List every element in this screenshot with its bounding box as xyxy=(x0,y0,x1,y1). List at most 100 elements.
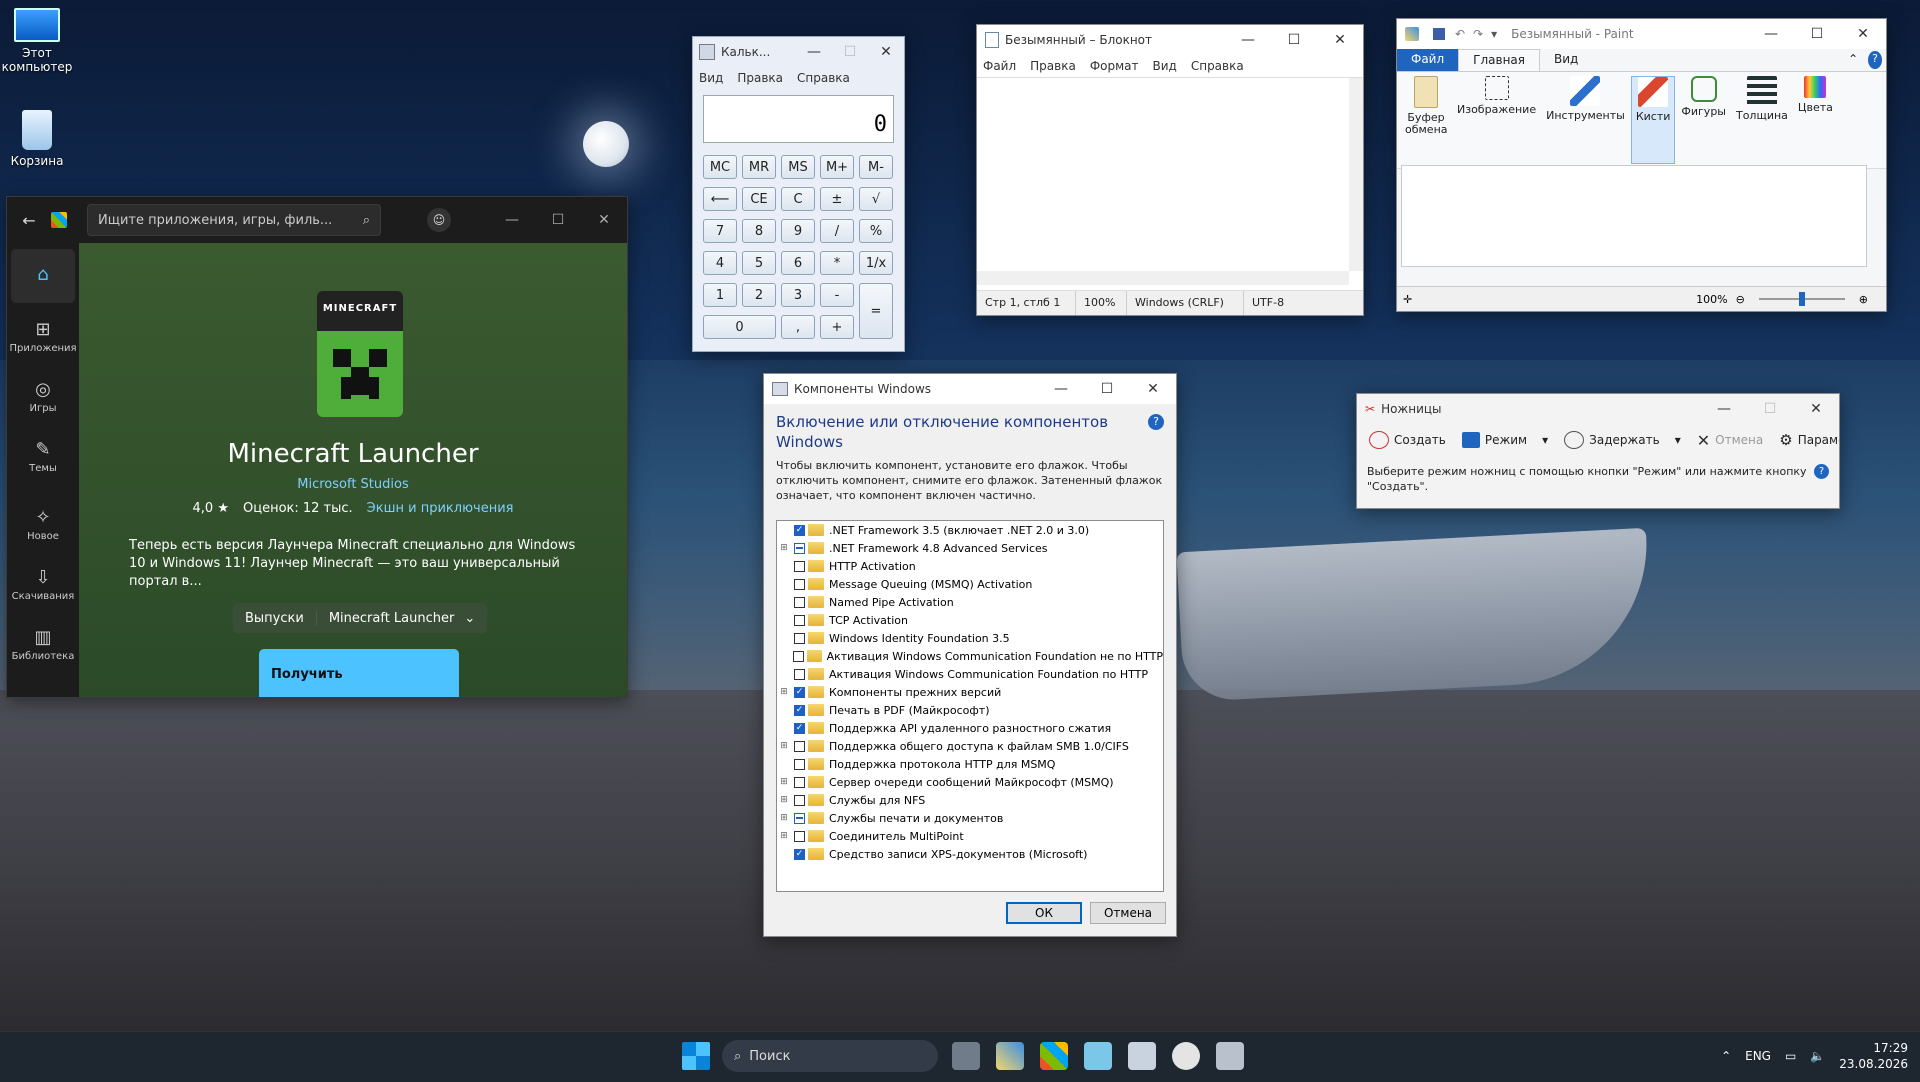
feature-item[interactable]: Поддержка протокола HTTP для MSMQ xyxy=(777,755,1163,773)
expand-icon[interactable]: ⊞ xyxy=(777,543,791,553)
help-icon[interactable]: ? xyxy=(1814,464,1829,479)
feature-checkbox[interactable] xyxy=(794,578,805,590)
account-icon[interactable]: ☺ xyxy=(427,208,451,232)
save-icon[interactable] xyxy=(1433,28,1445,40)
close-button[interactable]: ✕ xyxy=(581,205,627,235)
key-reciprocal[interactable]: 1/x xyxy=(859,251,893,275)
sidebar-item-downloads[interactable]: ⇩ Скачивания xyxy=(11,557,75,611)
feature-item[interactable]: ⊞ Сервер очереди сообщений Майкрософт (MS… xyxy=(777,773,1163,791)
key-mc[interactable]: MC xyxy=(703,155,737,179)
expand-icon[interactable]: ⊞ xyxy=(777,831,791,841)
notepad-text-area[interactable] xyxy=(977,77,1363,285)
key-c[interactable]: C xyxy=(781,187,815,211)
feature-checkbox[interactable] xyxy=(794,596,805,608)
feature-checkbox[interactable] xyxy=(794,794,805,806)
feature-checkbox[interactable]: ✓ xyxy=(794,686,805,698)
key-3[interactable]: 3 xyxy=(781,283,815,307)
menu-item-view[interactable]: Вид xyxy=(699,71,723,85)
ribbon-group-tools[interactable]: Инструменты xyxy=(1542,76,1629,164)
zoom-slider-thumb[interactable] xyxy=(1798,292,1805,306)
key-backspace[interactable]: ⟵ xyxy=(703,187,737,211)
key-2[interactable]: 2 xyxy=(742,283,776,307)
key-mr[interactable]: MR xyxy=(742,155,776,179)
zoom-slider[interactable] xyxy=(1758,292,1845,306)
key-8[interactable]: 8 xyxy=(742,219,776,243)
expand-icon[interactable]: ⊞ xyxy=(777,813,791,823)
expand-icon[interactable]: ⊞ xyxy=(777,777,791,787)
ribbon-group-image[interactable]: Изображение xyxy=(1453,76,1540,164)
close-button[interactable]: ✕ xyxy=(1840,19,1886,49)
expand-icon[interactable]: ⊞ xyxy=(777,795,791,805)
expand-icon[interactable]: ⊞ xyxy=(777,687,791,697)
menu-item-file[interactable]: Файл xyxy=(983,59,1016,73)
key-m-plus[interactable]: M+ xyxy=(820,155,854,179)
feature-checkbox[interactable] xyxy=(794,560,805,572)
feature-checkbox[interactable] xyxy=(794,668,805,680)
key-4[interactable]: 4 xyxy=(703,251,737,275)
feature-item[interactable]: ✓ Поддержка API удаленного разностного сж… xyxy=(777,719,1163,737)
sidebar-item-apps[interactable]: ⊞ Приложения xyxy=(9,309,76,363)
tab-view[interactable]: Вид xyxy=(1540,49,1592,71)
feature-item[interactable]: ✓ Средство записи XPS-документов (Microso… xyxy=(777,845,1163,863)
features-taskbar-icon[interactable] xyxy=(1216,1042,1244,1070)
edition-dropdown[interactable]: Minecraft Launcher ⌄ xyxy=(317,611,487,626)
get-button[interactable]: Получить xyxy=(259,649,459,697)
sidebar-item-home[interactable]: ⌂ xyxy=(11,249,75,303)
feature-checkbox[interactable] xyxy=(794,758,805,770)
sidebar-item-themes[interactable]: ✎ Темы xyxy=(11,429,75,483)
feature-item[interactable]: ⊞ ✓ Компоненты прежних версий xyxy=(777,683,1163,701)
ribbon-group-colors[interactable]: Цвета xyxy=(1794,76,1837,164)
close-button[interactable]: ✕ xyxy=(1130,374,1176,404)
back-icon[interactable]: ← xyxy=(7,211,51,230)
maximize-button[interactable]: ☐ xyxy=(1271,25,1317,55)
key-ce[interactable]: CE xyxy=(742,187,776,211)
calculator-taskbar-icon[interactable] xyxy=(1128,1042,1156,1070)
menu-item-format[interactable]: Формат xyxy=(1090,59,1139,73)
key-1[interactable]: 1 xyxy=(703,283,737,307)
ribbon-group-size[interactable]: Толщина xyxy=(1732,76,1792,164)
sidebar-item-games[interactable]: ◎ Игры xyxy=(11,369,75,423)
key-plus-minus[interactable]: ± xyxy=(820,187,854,211)
key-equals[interactable]: = xyxy=(859,283,893,339)
feature-item[interactable]: Windows Identity Foundation 3.5 xyxy=(777,629,1163,647)
feature-item[interactable]: TCP Activation xyxy=(777,611,1163,629)
feature-checkbox[interactable] xyxy=(794,542,805,554)
undo-icon[interactable]: ↶ xyxy=(1455,27,1465,41)
desktop-icon-this-pc[interactable]: Этот компьютер xyxy=(0,8,74,74)
language-indicator[interactable]: ENG xyxy=(1745,1049,1771,1063)
minimize-button[interactable]: — xyxy=(1701,394,1747,424)
feature-item[interactable]: ✓ Печать в PDF (Майкрософт) xyxy=(777,701,1163,719)
key-5[interactable]: 5 xyxy=(742,251,776,275)
sidebar-item-library[interactable]: ▥ Библиотека xyxy=(11,617,75,671)
key-m-minus[interactable]: M- xyxy=(859,155,893,179)
key-minus[interactable]: - xyxy=(820,283,854,307)
feature-item[interactable]: ✓ .NET Framework 3.5 (включает .NET 2.0 и… xyxy=(777,521,1163,539)
minimize-button[interactable]: — xyxy=(1748,19,1794,49)
horizontal-scrollbar[interactable] xyxy=(977,271,1349,285)
notepad-taskbar-icon[interactable] xyxy=(1084,1042,1112,1070)
feature-item[interactable]: ⊞ Службы печати и документов xyxy=(777,809,1163,827)
key-ms[interactable]: MS xyxy=(781,155,815,179)
feature-checkbox[interactable] xyxy=(794,830,805,842)
feature-item[interactable]: HTTP Activation xyxy=(777,557,1163,575)
vertical-scrollbar[interactable] xyxy=(1349,78,1363,271)
expand-icon[interactable]: ⊞ xyxy=(777,741,791,751)
app-publisher[interactable]: Microsoft Studios xyxy=(79,477,627,492)
mode-button[interactable]: Режим ▾ xyxy=(1456,432,1554,448)
minimize-button[interactable]: — xyxy=(1225,25,1271,55)
help-icon[interactable]: ? xyxy=(1148,414,1164,430)
task-view-icon[interactable] xyxy=(952,1042,980,1070)
menu-item-view[interactable]: Вид xyxy=(1153,59,1177,73)
redo-icon[interactable]: ↷ xyxy=(1473,27,1483,41)
tab-home[interactable]: Главная xyxy=(1458,49,1540,71)
cancel-snip-button[interactable]: ✕ Отмена xyxy=(1691,431,1769,450)
store-search-input[interactable]: Ищите приложения, игры, филь... xyxy=(98,213,363,228)
feature-checkbox[interactable] xyxy=(794,632,805,644)
minimize-button[interactable]: — xyxy=(796,37,832,67)
key-7[interactable]: 7 xyxy=(703,219,737,243)
feature-item[interactable]: ⊞ Поддержка общего доступа к файлам SMB 1… xyxy=(777,737,1163,755)
delay-button[interactable]: Задержать ▾ xyxy=(1558,431,1687,449)
maximize-button[interactable]: ☐ xyxy=(1794,19,1840,49)
close-button[interactable]: ✕ xyxy=(1793,394,1839,424)
key-sqrt[interactable]: √ xyxy=(859,187,893,211)
